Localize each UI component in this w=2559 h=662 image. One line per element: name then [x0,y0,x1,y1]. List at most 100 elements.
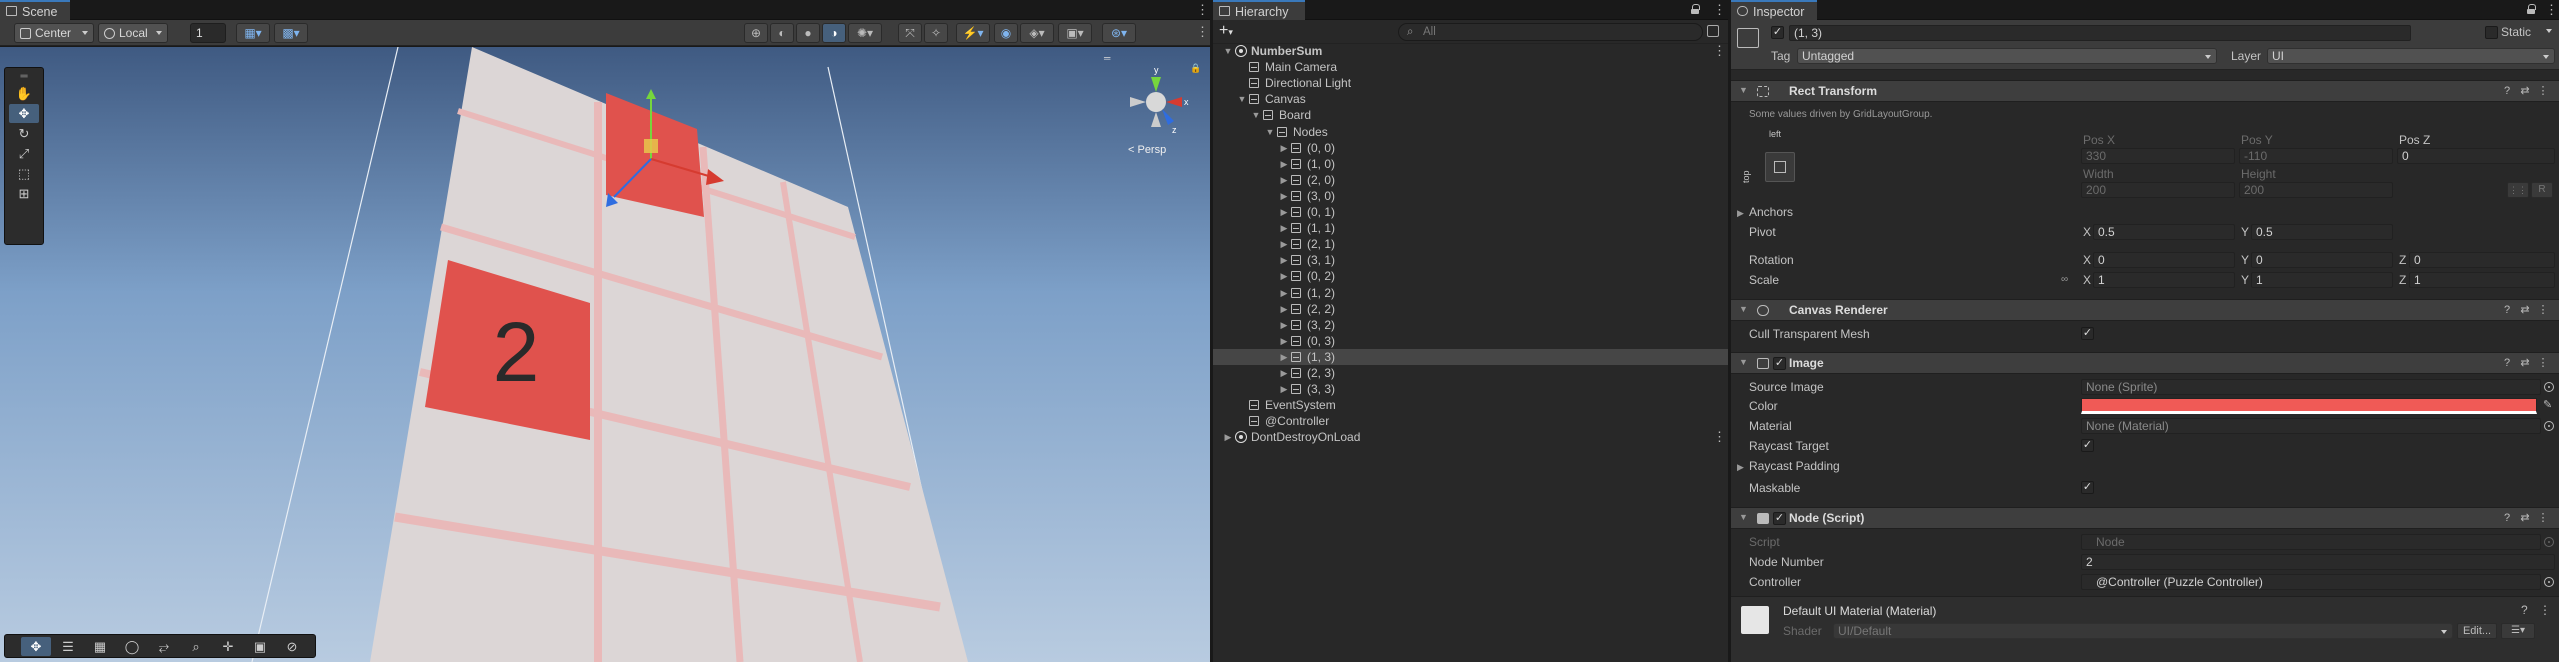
blueprint-mode-icon[interactable]: ⋮⋮ [2507,182,2529,198]
anchors-label[interactable]: Anchors [1749,204,1793,220]
tab-hierarchy[interactable]: Hierarchy [1213,0,1305,20]
cull-transparent-checkbox[interactable]: ✓ [2081,327,2094,340]
collapsed-arrow-icon[interactable]: ▶ [1279,140,1289,156]
node-script-header[interactable]: ▼ ✓ Node (Script) ? ⇄ ⋮ [1731,507,2559,529]
hierarchy-row[interactable]: ▶ (1, 0) [1213,156,1728,172]
anchor-presets-button[interactable] [1765,152,1795,182]
collapsed-arrow-icon[interactable]: ▶ [1279,365,1289,381]
pos-x-field[interactable]: 330 [2081,148,2235,164]
rect-transform-header[interactable]: ▼ Rect Transform ? ⇄ ⋮ [1731,80,2559,102]
sliders-icon[interactable]: ☰ [53,637,83,656]
hierarchy-row[interactable]: ▶ DontDestroyOnLoad ⋮ [1213,429,1728,445]
lock-icon[interactable] [2527,4,2536,14]
height-field[interactable]: 200 [2239,182,2393,198]
gizmos-icon[interactable]: ⊛▾ [1102,23,1136,43]
grid-tool-icon[interactable]: ▦ [85,637,115,656]
hierarchy-row[interactable]: ▶ (0, 1) [1213,204,1728,220]
camera-settings-icon[interactable]: ▣▾ [1058,23,1092,43]
scene-visibility-icon[interactable] [1707,25,1719,37]
grid-snap-input[interactable]: 1 [190,23,226,43]
object-picker-icon[interactable] [2544,421,2554,431]
expanded-arrow-icon[interactable]: ▼ [1251,107,1261,123]
orientation-gizmo[interactable]: y x z [1130,65,1189,135]
shading-solid-icon[interactable]: ● [796,23,820,43]
raycast-target-checkbox[interactable]: ✓ [2081,439,2094,452]
collapsed-arrow-icon[interactable]: ▶ [1279,252,1289,268]
hierarchy-row[interactable]: ▼ NumberSum ⋮ [1213,43,1728,59]
component-menu-icon[interactable]: ⋮ [2537,85,2549,97]
scene-menu-icon[interactable]: ⋮ [1713,430,1726,444]
collapsed-arrow-icon[interactable]: ▶ [1223,429,1233,445]
tab-inspector[interactable]: Inspector [1731,0,1817,20]
collapsed-arrow-icon[interactable]: ▶ [1279,285,1289,301]
help-icon[interactable]: ? [2501,512,2513,524]
eyedropper-icon[interactable]: ✎ [2543,398,2552,411]
lock-icon[interactable] [1691,4,1700,14]
toolbar-menu-icon[interactable]: ⋮ [1196,25,1209,39]
grid-visibility-icon[interactable]: ▦▾ [236,23,270,43]
hierarchy-row[interactable]: ▶ (2, 2) [1213,301,1728,317]
hierarchy-row[interactable]: ▶ (3, 3) [1213,381,1728,397]
scene-menu-icon[interactable]: ⋮ [1713,44,1726,58]
visibility-eye-icon[interactable]: ◉ [994,23,1018,43]
object-name-input[interactable]: (1, 3) [1789,25,2411,41]
add-object-button[interactable]: +▾ [1219,22,1233,41]
hierarchy-row[interactable]: ▼ Nodes [1213,124,1728,140]
scale-tool-icon[interactable]: ⤢ [9,144,39,163]
tab-scene[interactable]: Scene [0,0,70,20]
raycast-padding-label[interactable]: Raycast Padding [1749,458,1840,474]
collapsed-arrow-icon[interactable]: ▶ [1279,317,1289,333]
hierarchy-row[interactable]: ▶ (0, 2) [1213,268,1728,284]
layer-dropdown[interactable]: UI [2267,48,2555,64]
pos-z-field[interactable]: 0 [2397,148,2555,164]
static-checkbox[interactable] [2485,26,2498,39]
expand-arrow-icon[interactable]: ▼ [1739,85,1748,95]
preset-icon[interactable]: ⇄ [2519,512,2531,524]
scene-viewport[interactable]: 2 y x z < Persp 🔒 ═ ═ ✋ ✥ ↻ ⤢ ⬚ ⊞ ✥ ☰ ▦ … [0,47,1210,662]
inspector-menu-icon[interactable]: ⋮ [2545,3,2558,17]
component-menu-icon[interactable]: ⋮ [2537,512,2549,524]
preset-icon[interactable]: ⇄ [2519,85,2531,97]
shading-textured-icon[interactable]: ◑ [822,23,846,43]
lighting-toggle-icon[interactable]: ✧ [924,23,948,43]
gizmo-y-arrow-icon[interactable] [646,89,656,99]
hierarchy-row[interactable]: Main Camera [1213,59,1728,75]
2d-toggle-icon[interactable]: ⤧ [898,23,922,43]
palette-grip-icon[interactable]: ═ [9,72,39,82]
capture-tool-icon[interactable]: ▣ [245,637,275,656]
hierarchy-row[interactable]: ▶ (3, 0) [1213,188,1728,204]
collapsed-arrow-icon[interactable]: ▶ [1279,188,1289,204]
hierarchy-row[interactable]: ▶ (2, 1) [1213,236,1728,252]
material-menu-icon[interactable]: ⋮ [2539,603,2551,617]
hierarchy-row[interactable]: ▶ (1, 3) [1213,348,1728,365]
image-enabled-checkbox[interactable]: ✓ [1773,357,1786,370]
pos-y-field[interactable]: -110 [2239,148,2393,164]
draw-mode-icon[interactable]: ✺▾ [848,23,882,43]
source-image-field[interactable]: None (Sprite) [2081,379,2541,395]
tag-dropdown[interactable]: Untagged [1797,48,2217,64]
collapsed-arrow-icon[interactable]: ▶ [1279,301,1289,317]
overlay-handle-icon[interactable]: ═ [1103,53,1111,63]
edit-shader-button[interactable]: Edit... [2457,623,2497,639]
expand-arrow-icon[interactable]: ▼ [1739,304,1748,314]
snap-increment-icon[interactable]: ▩▾ [274,23,308,43]
shader-options-icon[interactable]: ☰▾ [2501,623,2535,639]
compass-tool-icon[interactable]: ⊘ [277,637,307,656]
component-menu-icon[interactable]: ⋮ [2537,304,2549,316]
collapsed-arrow-icon[interactable]: ▶ [1279,381,1289,397]
navigate-tool-icon[interactable]: ⥂ [149,637,179,656]
hierarchy-row[interactable]: Directional Light [1213,75,1728,91]
shading-wireframe-icon[interactable]: ◐ [770,23,794,43]
scale-x-field[interactable]: 1 [2093,272,2235,288]
collapsed-arrow-icon[interactable]: ▶ [1279,349,1289,365]
expand-arrow-icon[interactable]: ▼ [1739,357,1748,367]
preset-icon[interactable]: ⇄ [2519,357,2531,369]
audio-effects-icon[interactable]: ⚡▾ [956,23,990,43]
rot-y-field[interactable]: 0 [2251,252,2393,268]
constrain-proportions-icon[interactable]: ∞ [2061,274,2068,285]
image-header[interactable]: ▼ ✓ Image ? ⇄ ⋮ [1731,352,2559,374]
gizmo-globe-icon[interactable]: ⊕ [744,23,768,43]
component-menu-icon[interactable]: ⋮ [2537,357,2549,369]
scale-z-field[interactable]: 1 [2409,272,2555,288]
zoom-tool-icon[interactable]: ⌕ [181,637,211,656]
